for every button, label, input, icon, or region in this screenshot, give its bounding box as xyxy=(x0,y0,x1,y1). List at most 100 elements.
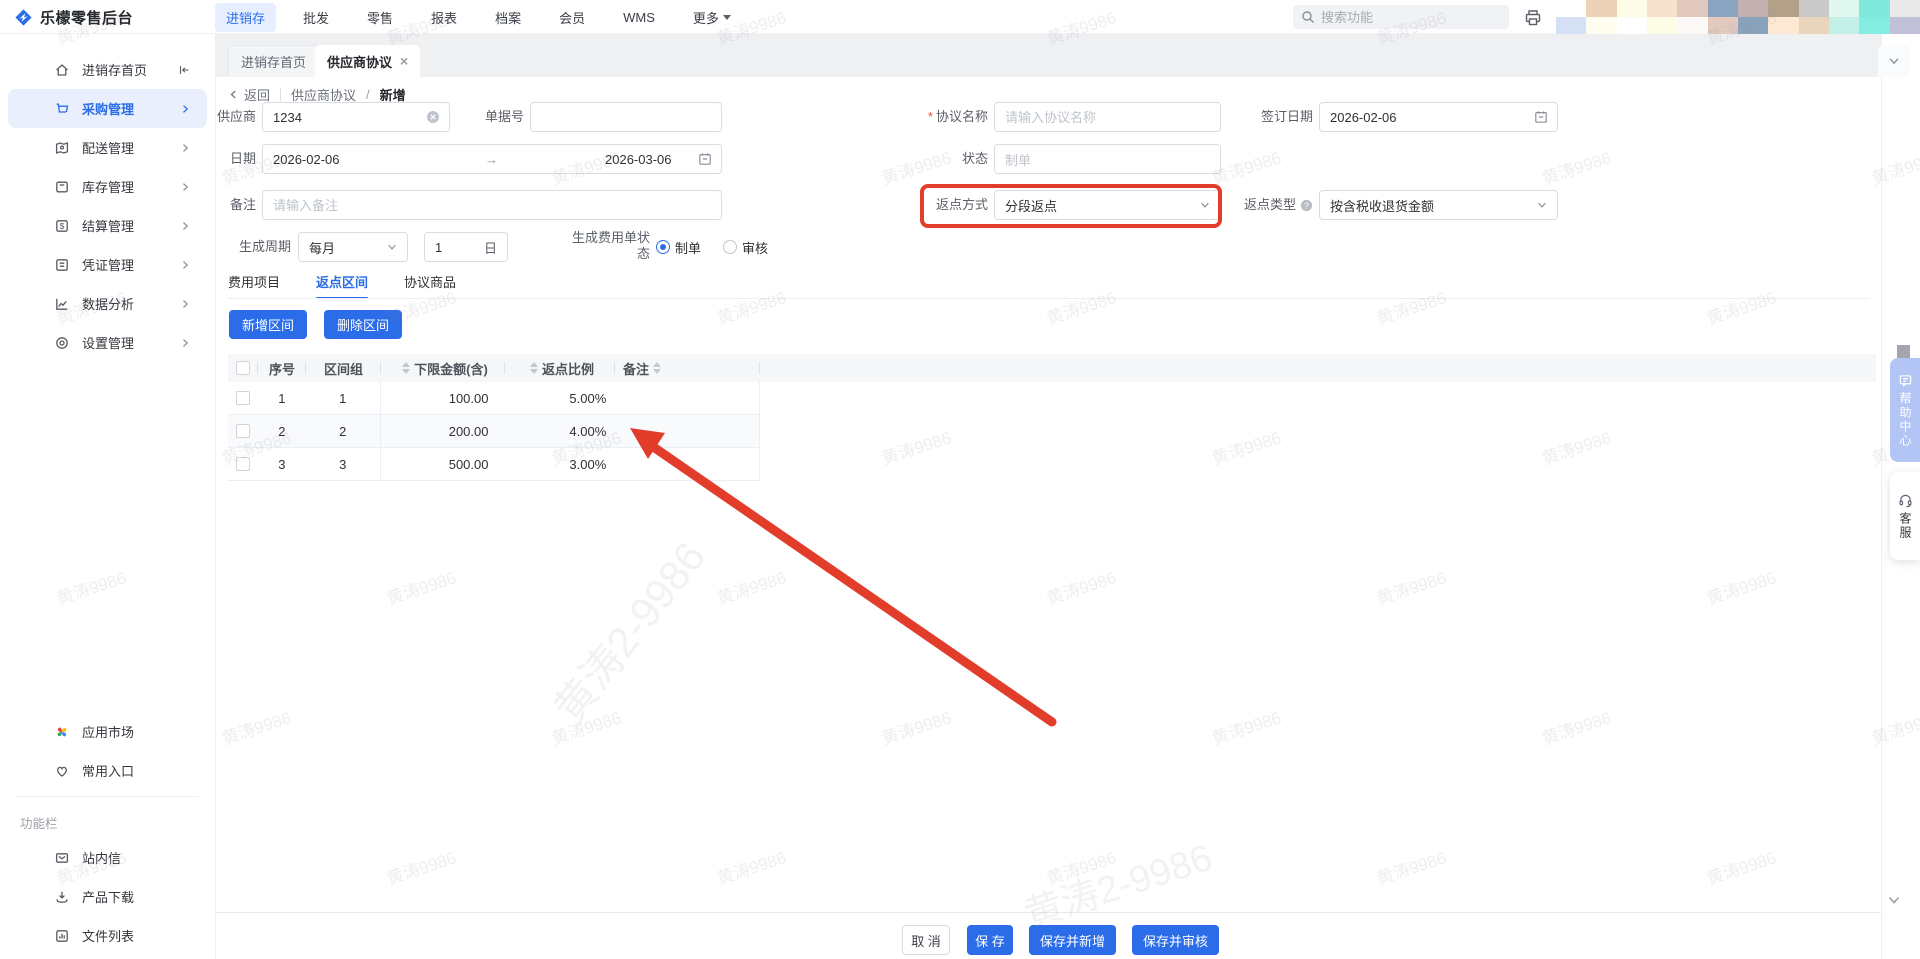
divider xyxy=(228,298,1870,299)
rebate-method-select[interactable]: 分段返点 xyxy=(994,190,1221,220)
nav-wms[interactable]: WMS xyxy=(612,5,666,30)
divider xyxy=(280,87,282,101)
rebate-type-select[interactable]: 按含税收退货金额 xyxy=(1319,190,1558,220)
delete-range-button[interactable]: 删除区间 xyxy=(324,310,403,339)
chevron-down-icon xyxy=(386,241,398,253)
sidebar-item-inventory[interactable]: 库存管理 xyxy=(8,167,207,206)
tab-fee-items[interactable]: 费用项目 xyxy=(228,272,280,298)
sign-date-input[interactable]: 2026-02-06 xyxy=(1319,102,1558,132)
search-input[interactable] xyxy=(1321,9,1481,25)
range-arrow: → xyxy=(485,151,498,167)
agreement-name-input[interactable] xyxy=(994,102,1221,132)
row-checkbox[interactable] xyxy=(235,424,250,438)
rebate-type-label: 返点类型 ? xyxy=(1193,190,1313,220)
back-button[interactable]: 返回 xyxy=(228,85,270,104)
main-content: 返回 供应商协议 / 新增 供应商 单据号 协议名称 签订日期 2026-02-… xyxy=(216,77,1882,959)
global-search[interactable] xyxy=(1293,5,1509,29)
select-all-checkbox[interactable] xyxy=(236,361,250,375)
nav-lingshou[interactable]: 零售 xyxy=(356,3,404,32)
sidebar-item-home[interactable]: 进销存首页 xyxy=(8,50,207,89)
table-row[interactable]: 2 2 200.00 4.00% xyxy=(228,415,759,448)
add-range-button[interactable]: 新增区间 xyxy=(229,310,308,339)
map-icon xyxy=(54,140,70,156)
tab-rebate-range[interactable]: 返点区间 xyxy=(316,272,369,299)
avatar[interactable] xyxy=(1556,0,1920,34)
scroll-down-indicator[interactable] xyxy=(1886,892,1902,911)
sort-icon[interactable] xyxy=(402,362,411,374)
divider xyxy=(16,796,199,797)
sidebar-item-app-market[interactable]: 应用市场 xyxy=(8,712,207,751)
nav-jinxiaocun[interactable]: 进销存 xyxy=(215,2,277,32)
table-body: 1 1 100.00 5.00% 2 2 200.00 4.00% 3 3 50… xyxy=(228,382,760,481)
tab-supplier-agreement[interactable]: 供应商协议 × xyxy=(315,45,421,77)
gen-cycle-day-input[interactable]: 日 xyxy=(424,232,508,262)
save-and-new-button[interactable]: 保存并新增 xyxy=(1029,925,1116,955)
chevron-down-icon xyxy=(722,14,731,20)
save-and-audit-button[interactable]: 保存并审核 xyxy=(1132,925,1219,955)
save-button[interactable]: 保 存 xyxy=(967,925,1013,955)
nav-dangan[interactable]: 档案 xyxy=(484,3,532,32)
tab-agreement-goods[interactable]: 协议商品 xyxy=(404,272,456,298)
sign-date-label: 签订日期 xyxy=(1260,109,1313,124)
radio-unselected-icon xyxy=(723,240,738,254)
sidebar-item-purchase[interactable]: 采购管理 xyxy=(8,89,207,128)
remark-input[interactable] xyxy=(262,190,722,220)
help-icon[interactable]: ? xyxy=(1300,199,1313,212)
nav-more[interactable]: 更多 xyxy=(682,3,742,32)
gen-cycle-select[interactable]: 每月 xyxy=(298,232,408,262)
supplier-input[interactable] xyxy=(262,102,450,132)
close-icon[interactable]: × xyxy=(400,54,408,68)
sidebar-item-inbox[interactable]: 站内信 xyxy=(8,838,207,877)
tab-list-dropdown-button[interactable] xyxy=(1878,45,1909,77)
home-icon xyxy=(54,62,70,78)
sidebar-item-files[interactable]: 文件列表 xyxy=(8,916,207,955)
sidebar: 进销存首页 采购管理 配送管理 库存管理 $ 结算管理 凭证管理 数据分析 设置… xyxy=(0,34,216,959)
nav-pifa[interactable]: 批发 xyxy=(292,3,340,32)
app-header: 乐檬零售后台 进销存 批发 零售 报表 档案 会员 WMS 更多 xyxy=(0,0,1920,34)
row-checkbox[interactable] xyxy=(235,391,250,405)
chart-line-icon xyxy=(54,296,70,312)
agreement-name-label: 协议名称 xyxy=(868,102,988,132)
col-note[interactable]: 备注 xyxy=(615,354,760,382)
sort-icon[interactable] xyxy=(529,362,538,374)
sidebar-item-downloads[interactable]: 产品下载 xyxy=(8,877,207,916)
radio-shenhe[interactable]: 审核 xyxy=(723,238,768,257)
table-row[interactable]: 1 1 100.00 5.00% xyxy=(228,382,759,415)
scrollbar-thumb[interactable] xyxy=(1897,345,1910,358)
download-icon xyxy=(54,889,70,905)
mail-icon xyxy=(54,850,70,866)
chevron-right-icon xyxy=(179,181,191,193)
sidebar-item-settings[interactable]: 设置管理 xyxy=(8,323,207,362)
chevron-right-icon xyxy=(179,337,191,349)
sidebar-item-voucher[interactable]: 凭证管理 xyxy=(8,245,207,284)
app-title: 乐檬零售后台 xyxy=(40,9,134,27)
printer-icon[interactable] xyxy=(1521,6,1545,30)
sidebar-item-analytics[interactable]: 数据分析 xyxy=(8,284,207,323)
range-toolbar: 新增区间 删除区间 xyxy=(229,310,403,339)
col-lower-amount[interactable]: 下限金额(含) xyxy=(381,354,505,382)
sidebar-item-settlement[interactable]: $ 结算管理 xyxy=(8,206,207,245)
cart-icon xyxy=(54,101,70,117)
table-row[interactable]: 3 3 500.00 3.00% xyxy=(228,448,759,481)
date-range-input[interactable]: 2026-02-06 → 2026-03-06 xyxy=(262,144,722,174)
doc-no-input[interactable] xyxy=(530,102,722,132)
sidebar-item-delivery[interactable]: 配送管理 xyxy=(8,128,207,167)
row-checkbox[interactable] xyxy=(235,457,250,471)
status-input: 制单 xyxy=(994,144,1221,174)
chevron-right-icon xyxy=(179,259,191,271)
sidebar-item-favorites[interactable]: 常用入口 xyxy=(8,751,207,790)
help-center-widget[interactable]: 帮助中心 xyxy=(1890,358,1920,462)
col-group: 区间组 xyxy=(306,354,381,382)
chevron-down-icon xyxy=(1536,199,1548,211)
sort-icon[interactable] xyxy=(653,362,662,374)
customer-service-widget[interactable]: 客服 xyxy=(1890,472,1920,560)
radio-zhidan[interactable]: 制单 xyxy=(656,238,701,257)
nav-huiyuan[interactable]: 会员 xyxy=(548,3,596,32)
col-rebate-rate[interactable]: 返点比例 xyxy=(505,354,615,382)
nav-baobiao[interactable]: 报表 xyxy=(420,3,468,32)
gen-fee-status-radios: 制单 审核 xyxy=(656,232,768,262)
collapse-sidebar-icon[interactable] xyxy=(177,63,191,77)
col-seq: 序号 xyxy=(258,354,306,382)
day-unit: 日 xyxy=(483,240,497,256)
cancel-button[interactable]: 取 消 xyxy=(902,925,950,955)
